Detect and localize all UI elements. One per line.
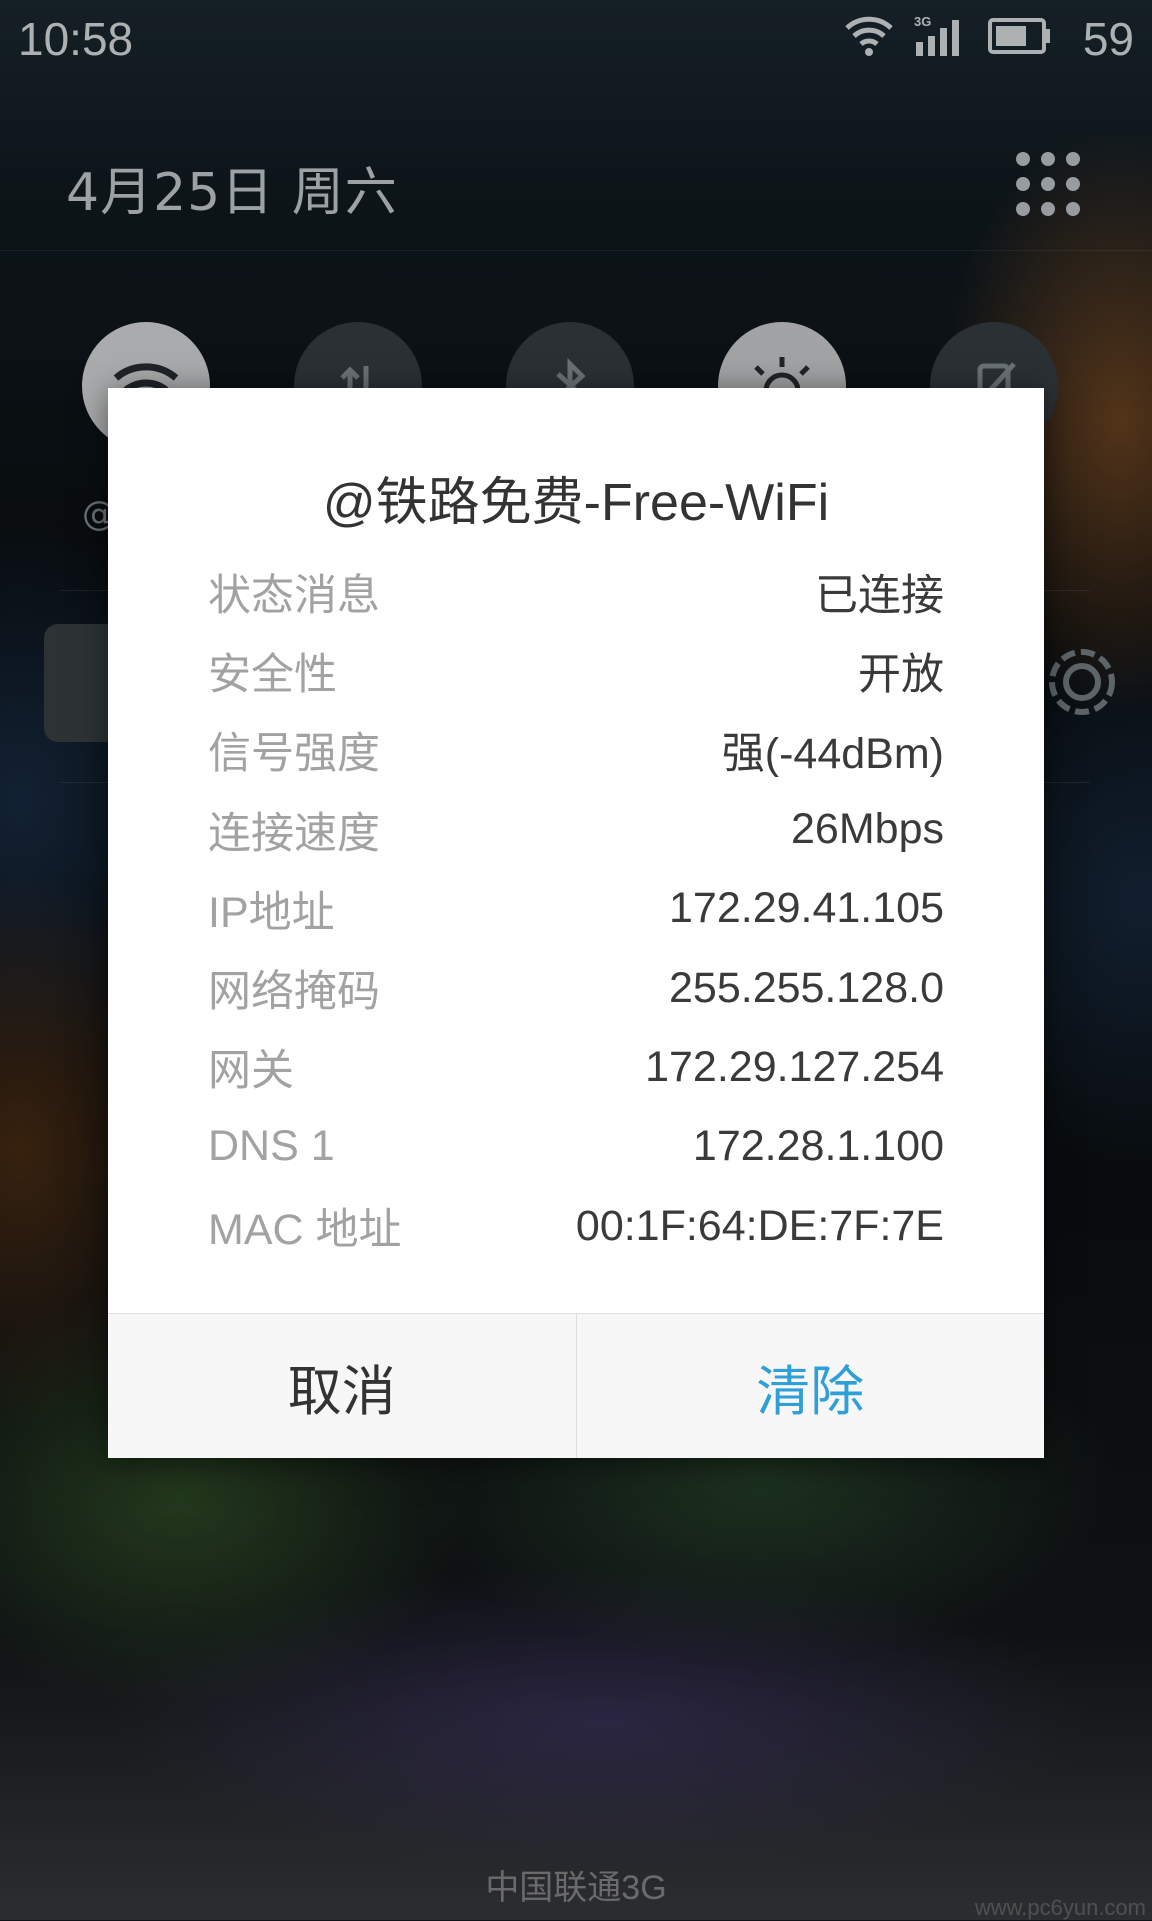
info-row-signal: 信号强度 强(-44dBm) [208, 711, 944, 790]
info-label: 状态消息 [208, 571, 380, 620]
info-row-status: 状态消息 已连接 [208, 552, 944, 631]
info-row-ip: IP地址 172.29.41.105 [208, 869, 944, 948]
wifi-info-list: 状态消息 已连接 安全性 开放 信号强度 强(-44dBm) 连接速度 26Mb… [208, 552, 944, 1266]
info-row-netmask: 网络掩码 255.255.128.0 [208, 948, 944, 1027]
info-value: 172.29.127.254 [645, 1042, 944, 1091]
info-value: 开放 [858, 650, 944, 699]
info-label: 网关 [208, 1047, 294, 1096]
info-label: DNS 1 [208, 1122, 335, 1171]
info-label: 连接速度 [208, 809, 380, 858]
dialog-title: @铁路免费-Free-WiFi [322, 474, 830, 532]
clear-button[interactable]: 清除 [575, 1314, 1045, 1458]
info-row-link-speed: 连接速度 26Mbps [208, 790, 944, 869]
info-value: 172.28.1.100 [692, 1122, 944, 1171]
info-row-mac: MAC 地址 00:1F:64:DE:7F:7E [208, 1186, 944, 1265]
info-label: 网络掩码 [208, 968, 380, 1017]
info-row-gateway: 网关 172.29.127.254 [208, 1028, 944, 1107]
info-value: 26Mbps [791, 805, 944, 854]
info-value: 255.255.128.0 [669, 963, 944, 1012]
info-value: 172.29.41.105 [669, 884, 944, 933]
info-row-dns: DNS 1 172.28.1.100 [208, 1107, 944, 1186]
info-label: 信号强度 [208, 730, 380, 779]
info-label: MAC 地址 [208, 1206, 402, 1255]
info-label: IP地址 [208, 888, 335, 937]
wifi-details-dialog: @铁路免费-Free-WiFi 状态消息 已连接 安全性 开放 信号强度 强(-… [108, 388, 1044, 1458]
info-value: 00:1F:64:DE:7F:7E [575, 1201, 944, 1250]
info-value: 已连接 [815, 571, 944, 620]
info-label: 安全性 [208, 650, 337, 699]
info-value: 强(-44dBm) [721, 730, 944, 779]
dialog-button-bar: 取消 清除 [108, 1313, 1044, 1458]
info-row-security: 安全性 开放 [208, 631, 944, 710]
cancel-button[interactable]: 取消 [108, 1314, 576, 1458]
